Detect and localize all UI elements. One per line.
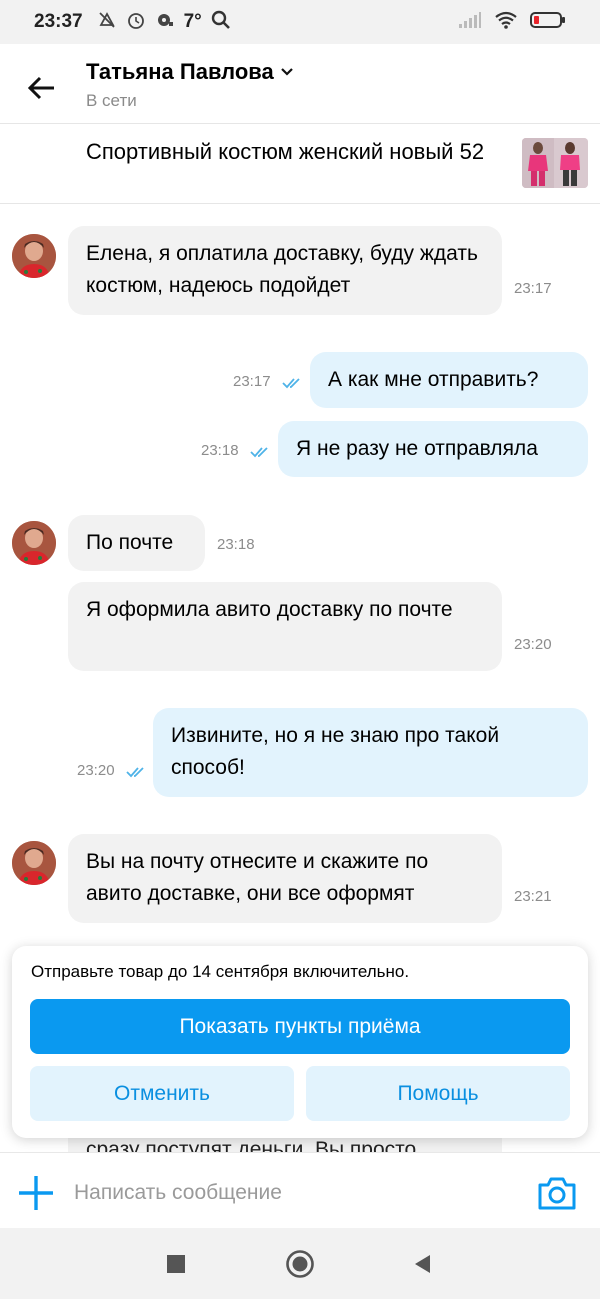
show-drop-off-points-button[interactable]: Показать пункты приёма bbox=[30, 999, 570, 1054]
message-text: Я не разу не отправляла bbox=[296, 437, 538, 460]
message-text: Вы на почту отнесите и скажите по авито … bbox=[86, 850, 429, 905]
divider bbox=[0, 203, 600, 204]
system-navigation-bar bbox=[0, 1228, 600, 1299]
square-icon bbox=[167, 1255, 185, 1273]
recent-apps-button[interactable] bbox=[160, 1248, 192, 1280]
camera-button[interactable] bbox=[536, 1173, 578, 1213]
delivery-panel: Отправьте товар до 14 сентября включител… bbox=[12, 946, 588, 1138]
message-text: Елена, я оплатила доставку, буду ждать к… bbox=[86, 242, 478, 297]
signal-icon bbox=[458, 11, 482, 34]
delivery-deadline-notice: Отправьте товар до 14 сентября включител… bbox=[31, 962, 410, 981]
message-composer bbox=[0, 1152, 600, 1228]
message-bubble-incoming[interactable]: Елена, я оплатила доставку, буду ждать к… bbox=[68, 226, 502, 315]
message-time: 23:17 bbox=[514, 280, 552, 297]
back-nav-button[interactable] bbox=[406, 1248, 438, 1280]
read-ticks-icon bbox=[282, 378, 300, 389]
search-icon bbox=[211, 10, 231, 35]
arrow-left-icon bbox=[27, 76, 54, 100]
message-bubble-incoming[interactable]: Я оформила авито доставку по почте bbox=[68, 582, 502, 671]
status-temperature: 7° bbox=[183, 11, 202, 32]
help-button[interactable]: Помощь bbox=[306, 1066, 570, 1121]
listing-thumbnail[interactable] bbox=[522, 138, 588, 188]
cancel-button[interactable]: Отменить bbox=[30, 1066, 294, 1121]
contact-name: Татьяна Павлова bbox=[86, 59, 274, 84]
message-text: Я оформила авито доставку по почте bbox=[86, 598, 453, 621]
message-bubble-incoming[interactable]: По почте bbox=[68, 515, 205, 571]
message-time: 23:18 bbox=[217, 536, 255, 553]
message-time: 23:21 bbox=[514, 888, 552, 905]
avatar[interactable] bbox=[12, 841, 56, 885]
mute-icon bbox=[97, 10, 117, 35]
contact-name-dropdown[interactable]: Татьяна Павлова bbox=[86, 59, 294, 85]
message-bubble-outgoing[interactable]: Я не разу не отправляла bbox=[278, 421, 588, 477]
read-ticks-icon bbox=[126, 767, 144, 778]
message-time: 23:17 bbox=[233, 373, 271, 390]
message-time: 23:20 bbox=[77, 762, 115, 779]
battery-icon bbox=[530, 11, 566, 34]
chat-header: Татьяна Павлова В сети bbox=[0, 44, 600, 124]
status-left-icons: 7° bbox=[97, 10, 231, 35]
avatar[interactable] bbox=[12, 234, 56, 278]
listing-card[interactable]: Спортивный костюм женский новый 52 bbox=[0, 124, 600, 203]
plus-icon bbox=[19, 1176, 53, 1210]
message-time: 23:18 bbox=[201, 442, 239, 459]
read-ticks-icon bbox=[250, 447, 268, 458]
status-right-icons bbox=[458, 10, 566, 35]
home-button[interactable] bbox=[284, 1248, 316, 1280]
avatar[interactable] bbox=[12, 521, 56, 565]
chevron-down-icon bbox=[281, 68, 293, 76]
message-text: Извините, но я не знаю про такой способ! bbox=[171, 724, 500, 779]
listing-title: Спортивный костюм женский новый 52 bbox=[86, 139, 485, 164]
home-circle-icon bbox=[286, 1250, 314, 1278]
message-bubble-incoming[interactable]: Вы на почту отнесите и скажите по авито … bbox=[68, 834, 502, 923]
status-bar: 23:37 7° bbox=[0, 0, 600, 44]
triangle-back-icon bbox=[415, 1255, 430, 1273]
back-button[interactable] bbox=[22, 68, 62, 108]
wifi-icon bbox=[494, 10, 518, 35]
message-time: 23:20 bbox=[514, 636, 552, 653]
message-text: А как мне отправить? bbox=[328, 368, 539, 391]
attach-button[interactable] bbox=[16, 1173, 56, 1213]
message-bubble-outgoing[interactable]: Извините, но я не знаю про такой способ! bbox=[153, 708, 588, 797]
camera-icon bbox=[538, 1177, 576, 1210]
contact-status: В сети bbox=[86, 91, 137, 110]
message-bubble-outgoing[interactable]: А как мне отправить? bbox=[310, 352, 588, 408]
status-time: 23:37 bbox=[34, 11, 83, 32]
headset-icon bbox=[155, 10, 175, 35]
alarm-icon bbox=[126, 10, 146, 35]
message-text: По почте bbox=[86, 531, 174, 554]
message-input[interactable] bbox=[74, 1173, 514, 1213]
